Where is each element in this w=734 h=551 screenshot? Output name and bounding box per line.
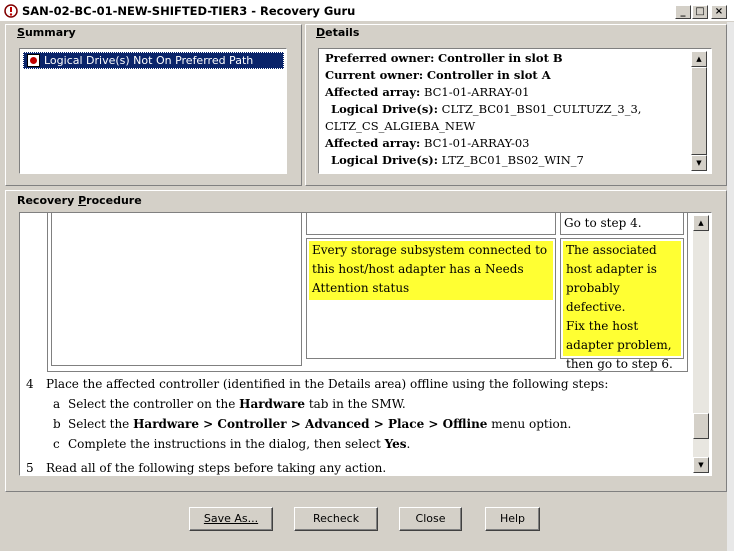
recheck-label: Recheck: [312, 512, 360, 525]
help-button[interactable]: Help: [485, 507, 540, 531]
step-4a-letter: a: [53, 397, 61, 411]
detail-label: Current owner:: [325, 68, 424, 82]
window-title: SAN-02-BC-01-NEW-SHIFTED-TIER3 - Recover…: [22, 4, 356, 18]
app-icon: [4, 4, 18, 18]
scroll-thumb[interactable]: [691, 67, 707, 155]
scroll-thumb[interactable]: [693, 413, 709, 439]
detail-value: LTZ_BC01_BS02_WIN_7: [441, 153, 584, 167]
step-4a-text: Select the controller on the Hardware ta…: [68, 397, 406, 411]
detail-value: CLTZ_BC01_BS01_CULTUZZ_3_3,: [441, 102, 642, 116]
highlighted-text: The associated host adapter is probably …: [563, 241, 681, 371]
title-bar: SAN-02-BC-01-NEW-SHIFTED-TIER3 - Recover…: [0, 0, 734, 22]
step-4c-text: Complete the instructions in the dialog,…: [68, 437, 410, 451]
save-as-button[interactable]: Save As...: [189, 507, 273, 531]
procedure-label-rest: rocedure: [86, 194, 142, 207]
detail-line: Logical Drive(s): LTZ_BC01_BS02_WIN_7: [331, 153, 584, 167]
step-4b-letter: b: [53, 417, 61, 431]
procedure-table: Go to step 4. Every storage subsystem co…: [47, 213, 688, 372]
step-bold: Yes: [384, 437, 407, 451]
scroll-up-button[interactable]: ▲: [691, 51, 707, 67]
condition-line: Attention status: [312, 281, 410, 295]
details-scrollbar[interactable]: ▲ ▼: [691, 51, 707, 171]
table-cell-left: [51, 213, 302, 366]
detail-label: Logical Drive(s):: [331, 153, 438, 167]
close-label: Close: [415, 512, 446, 525]
table-cell: [306, 213, 556, 235]
detail-value: Controller in slot B: [437, 51, 563, 65]
step-5-text: Read all of the following steps before t…: [46, 461, 387, 475]
details-label: Details: [316, 26, 360, 39]
step-text: Select the: [68, 417, 134, 431]
detail-value: Controller in slot A: [426, 68, 551, 82]
summary-item-label: Logical Drive(s) Not On Preferred Path: [44, 54, 254, 67]
procedure-label: Recovery Procedure: [17, 194, 142, 207]
recheck-button[interactable]: Recheck: [294, 507, 378, 531]
condition-line: Every storage subsystem connected to: [312, 243, 548, 257]
summary-label-rest: ummary: [24, 26, 76, 39]
step-bold: Hardware: [239, 397, 305, 411]
step-4-number: 4: [26, 377, 34, 391]
step-bold: Hardware > Controller > Advanced > Place…: [133, 417, 488, 431]
action-line: host adapter is: [566, 262, 657, 276]
close-button[interactable]: Close: [399, 507, 462, 531]
step-text: menu option.: [487, 417, 572, 431]
detail-line: Current owner: Controller in slot A: [325, 68, 551, 82]
procedure-text-area[interactable]: Go to step 4. Every storage subsystem co…: [19, 212, 712, 476]
detail-line: Preferred owner: Controller in slot B: [325, 51, 563, 65]
minimize-button[interactable]: _: [675, 5, 691, 19]
step-4b-text: Select the Hardware > Controller > Advan…: [68, 417, 571, 431]
detail-label: Logical Drive(s):: [331, 102, 438, 116]
step-5-number: 5: [26, 461, 34, 475]
detail-value: BC1-01-ARRAY-03: [423, 136, 530, 150]
warning-icon: [27, 54, 40, 67]
scroll-down-button[interactable]: ▼: [691, 155, 707, 171]
detail-line: CLTZ_CS_ALGIEBA_NEW: [325, 119, 475, 133]
scroll-down-button[interactable]: ▼: [693, 457, 709, 473]
highlighted-text: Every storage subsystem connected to thi…: [309, 241, 553, 300]
scroll-up-button[interactable]: ▲: [693, 215, 709, 231]
detail-value: BC1-01-ARRAY-01: [423, 85, 530, 99]
condition-line: this host/host adapter has a Needs: [312, 262, 524, 276]
table-cell-condition: Every storage subsystem connected to thi…: [306, 238, 556, 359]
close-window-button[interactable]: ×: [711, 5, 727, 19]
detail-line: Logical Drive(s): CLTZ_BC01_BS01_CULTUZZ…: [331, 102, 641, 116]
detail-line: Affected array: BC1-01-ARRAY-01: [325, 85, 529, 99]
procedure-scrollbar[interactable]: ▲ ▼: [693, 215, 709, 473]
action-line: adapter problem,: [566, 338, 672, 352]
details-text-area[interactable]: Preferred owner: Controller in slot B Cu…: [318, 48, 712, 174]
action-line: Fix the host: [566, 319, 639, 333]
summary-item-logical-drive-path[interactable]: Logical Drive(s) Not On Preferred Path: [23, 52, 284, 69]
table-cell-text: Go to step 4.: [564, 216, 642, 230]
step-4c-letter: c: [53, 437, 60, 451]
detail-label: Affected array:: [325, 136, 421, 150]
summary-label: Summary: [17, 26, 76, 39]
details-label-rest: etails: [325, 26, 360, 39]
help-label: Help: [499, 512, 526, 525]
save-as-label: Save As...: [203, 512, 259, 525]
summary-list[interactable]: Logical Drive(s) Not On Preferred Path: [19, 48, 287, 174]
procedure-label-p: P: [78, 194, 87, 207]
table-cell: Go to step 4.: [560, 213, 684, 235]
detail-label: Affected array:: [325, 85, 421, 99]
table-cell-action: The associated host adapter is probably …: [560, 238, 684, 371]
background-window-edge: [727, 22, 734, 551]
maximize-button[interactable]: □: [692, 5, 708, 19]
detail-line: Affected array: BC1-01-ARRAY-03: [325, 136, 529, 150]
step-text: Select the controller on the: [68, 397, 240, 411]
detail-value: CLTZ_CS_ALGIEBA_NEW: [325, 119, 476, 133]
step-4-text: Place the affected controller (identifie…: [46, 377, 609, 391]
action-line: then go to step 6.: [566, 357, 673, 371]
step-text: .: [406, 437, 411, 451]
detail-label: Preferred owner:: [325, 51, 435, 65]
action-line: probably defective.: [566, 281, 626, 314]
step-text: tab in the SMW.: [305, 397, 406, 411]
action-line: The associated: [566, 243, 657, 257]
step-text: Complete the instructions in the dialog,…: [68, 437, 385, 451]
procedure-label-a: Recovery: [17, 194, 79, 207]
